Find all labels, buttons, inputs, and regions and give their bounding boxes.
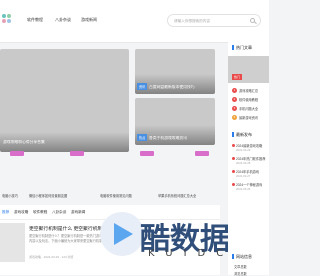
- article-thumbnail[interactable]: [0, 223, 25, 262]
- latest-heading: 最新发布: [232, 132, 252, 137]
- rank-badge: 1: [232, 88, 237, 93]
- hero-card-bottom-caption: 各类手机游戏攻略资讯: [149, 136, 187, 140]
- tab-recommend[interactable]: 推荐: [2, 210, 9, 215]
- ranked-item[interactable]: 手机问题大全: [239, 106, 269, 111]
- category-pill[interactable]: [70, 151, 84, 156]
- latest-date: 2024-03-27: [236, 174, 251, 178]
- category-pill[interactable]: [140, 151, 154, 156]
- tab-game-guides[interactable]: 游戏攻略: [14, 210, 28, 215]
- site-logo-icon[interactable]: [0, 14, 14, 26]
- search-placeholder: 请输入你想搜索的内容: [174, 18, 210, 23]
- search-icon[interactable]: [250, 18, 255, 23]
- rank-badge: 3: [232, 106, 237, 111]
- timeline-dot-icon: [232, 144, 235, 147]
- ranked-item[interactable]: 最新游戏资讯: [239, 115, 269, 120]
- hero-card-top-caption: 百度网盘最新版本使用技巧: [149, 85, 195, 89]
- nav-item-software[interactable]: 软件教程: [27, 17, 43, 23]
- timeline-dot-icon: [232, 183, 235, 186]
- hot-badge: 热门: [232, 74, 243, 80]
- watermark-play-icon: [114, 223, 133, 245]
- latest-date: 2024-03-26: [236, 187, 251, 191]
- tab-gossip[interactable]: 八卦杂谈: [52, 210, 66, 215]
- grid-link[interactable]: 苹果手机系统问题汇总大全: [158, 193, 196, 198]
- latest-date: 2024-03-29: [236, 148, 251, 152]
- watermark-sub: KUIDC: [148, 248, 235, 259]
- hot-articles-heading: 热门文章: [232, 45, 252, 50]
- nav-item-gossip[interactable]: 八卦杂谈: [55, 17, 71, 23]
- hero-card-bottom[interactable]: 热点 各类手机游戏攻略资讯: [135, 98, 215, 145]
- tab-game-news[interactable]: 游戏新闻: [71, 210, 85, 215]
- timeline-dot-icon: [232, 157, 235, 160]
- site-info-heading: 网站信息: [232, 254, 252, 259]
- hero-main-card[interactable]: 游戏攻略和心得分享合集: [0, 49, 129, 152]
- hero-card-top-tag: 资讯: [137, 83, 148, 90]
- grid-link[interactable]: 电脑软件使用常见问题: [100, 193, 132, 198]
- grid-link[interactable]: 电脑小技巧: [2, 193, 18, 198]
- latest-date: 2024-03-28: [236, 161, 251, 165]
- category-pill[interactable]: [195, 151, 209, 156]
- stat-label: 文章总数: [234, 265, 247, 269]
- timeline-dot-icon: [232, 170, 235, 173]
- hero-card-top[interactable]: 资讯 百度网盘最新版本使用技巧: [135, 49, 215, 94]
- ranked-item[interactable]: 软件使用教程: [239, 97, 269, 102]
- nav-item-game-news[interactable]: 游戏新闻: [81, 17, 97, 23]
- stat-label: 浏览总数: [234, 272, 247, 276]
- category-pill[interactable]: [10, 151, 24, 156]
- hero-main-caption: 游戏攻略和心得分享合集: [3, 140, 45, 144]
- grid-link[interactable]: 微信小程序如何设置朋友圈: [29, 193, 67, 198]
- ranked-item[interactable]: 游戏攻略汇总: [239, 88, 269, 93]
- hero-card-bottom-tag: 热点: [137, 134, 148, 141]
- sidebar: 热门文章 热门 1 游戏攻略汇总 2 软件使用教程 3 手机问题大全 4 最新游…: [228, 42, 269, 276]
- article-meta: 游戏攻略 · 2024-03-29 · 123 浏览: [29, 255, 74, 259]
- search-input[interactable]: 请输入你想搜索的内容: [167, 14, 261, 27]
- tab-software[interactable]: 软件教程: [33, 210, 47, 215]
- site-header: 软件教程 八卦杂谈 游戏新闻 请输入你想搜索的内容: [0, 0, 269, 43]
- rank-badge: 4: [232, 115, 237, 120]
- rank-badge: 2: [232, 97, 237, 102]
